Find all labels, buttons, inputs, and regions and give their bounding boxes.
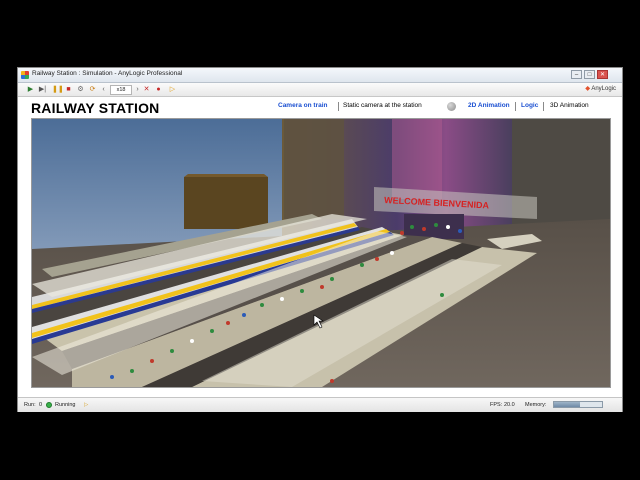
- settings-icon[interactable]: ⚙: [76, 85, 85, 94]
- app-window: Railway Station : Simulation - AnyLogic …: [17, 67, 623, 412]
- fps-value: 20.0: [504, 402, 515, 408]
- maximize-button[interactable]: □: [584, 70, 595, 79]
- 3d-scene-view[interactable]: WELCOME BIENVENIDA: [31, 118, 611, 388]
- speed-field[interactable]: x18: [110, 85, 132, 95]
- fps-label: FPS:: [490, 402, 503, 408]
- hall-glow: [392, 119, 442, 199]
- title-bar: Railway Station : Simulation - AnyLogic …: [18, 68, 622, 83]
- step-icon[interactable]: ▶|: [38, 85, 47, 94]
- anylogic-logo: ◆ AnyLogic: [585, 85, 616, 92]
- memory-bar-fill: [554, 402, 581, 407]
- memory-label: Memory:: [525, 402, 547, 408]
- go-icon[interactable]: ▷: [168, 85, 177, 94]
- run-icon[interactable]: ▶: [26, 85, 35, 94]
- page-title: RAILWAY STATION: [31, 100, 160, 116]
- speed-reset-icon[interactable]: ✕: [142, 85, 151, 94]
- record-icon[interactable]: ●: [154, 85, 163, 94]
- anylogic-app-icon: [21, 71, 29, 79]
- speed-down-icon[interactable]: ‹: [99, 85, 108, 94]
- simulation-canvas: RAILWAY STATION Camera on train Static c…: [18, 97, 622, 397]
- close-button[interactable]: ✕: [597, 70, 608, 79]
- refresh-icon[interactable]: ⟳: [88, 85, 97, 94]
- nav-separator: [338, 102, 339, 111]
- hall-left-pillar: [284, 119, 344, 219]
- running-status-icon: [46, 402, 52, 408]
- minimize-button[interactable]: –: [571, 70, 582, 79]
- stop-icon[interactable]: ■: [64, 85, 73, 94]
- nav-separator: [543, 102, 544, 111]
- brown-building: [184, 177, 268, 229]
- nav-separator: [515, 102, 516, 111]
- nav-3d-animation[interactable]: 3D Animation: [550, 102, 589, 109]
- toolbar: ▶ ▶| ❚❚ ■ ⚙ ⟳ ‹ x18 › ✕ ● ▷ ◆ AnyLogic: [18, 83, 622, 97]
- nav-camera-on-train[interactable]: Camera on train: [278, 102, 328, 109]
- view-toggle-dot-icon[interactable]: [447, 102, 456, 111]
- window-title: Railway Station : Simulation - AnyLogic …: [32, 70, 183, 77]
- run-label: Run:: [24, 402, 36, 408]
- status-bar: Run: 0 Running ▷ FPS: 20.0 Memory:: [18, 397, 622, 412]
- view-navigation: Camera on train Static camera at the sta…: [278, 102, 608, 113]
- nav-2d-animation[interactable]: 2D Animation: [468, 102, 510, 109]
- nav-logic[interactable]: Logic: [521, 102, 538, 109]
- pause-icon[interactable]: ❚❚: [52, 85, 64, 94]
- anylogic-logo-text: AnyLogic: [591, 86, 616, 92]
- brown-building-top: [184, 174, 268, 177]
- next-step-icon[interactable]: ▷: [84, 402, 88, 408]
- speed-up-icon[interactable]: ›: [133, 85, 142, 94]
- memory-bar: [553, 401, 603, 408]
- anylogic-logo-icon: ◆: [585, 86, 590, 92]
- run-state: Running: [55, 402, 76, 408]
- run-number: 0: [39, 402, 43, 408]
- nav-static-camera[interactable]: Static camera at the station: [343, 102, 422, 109]
